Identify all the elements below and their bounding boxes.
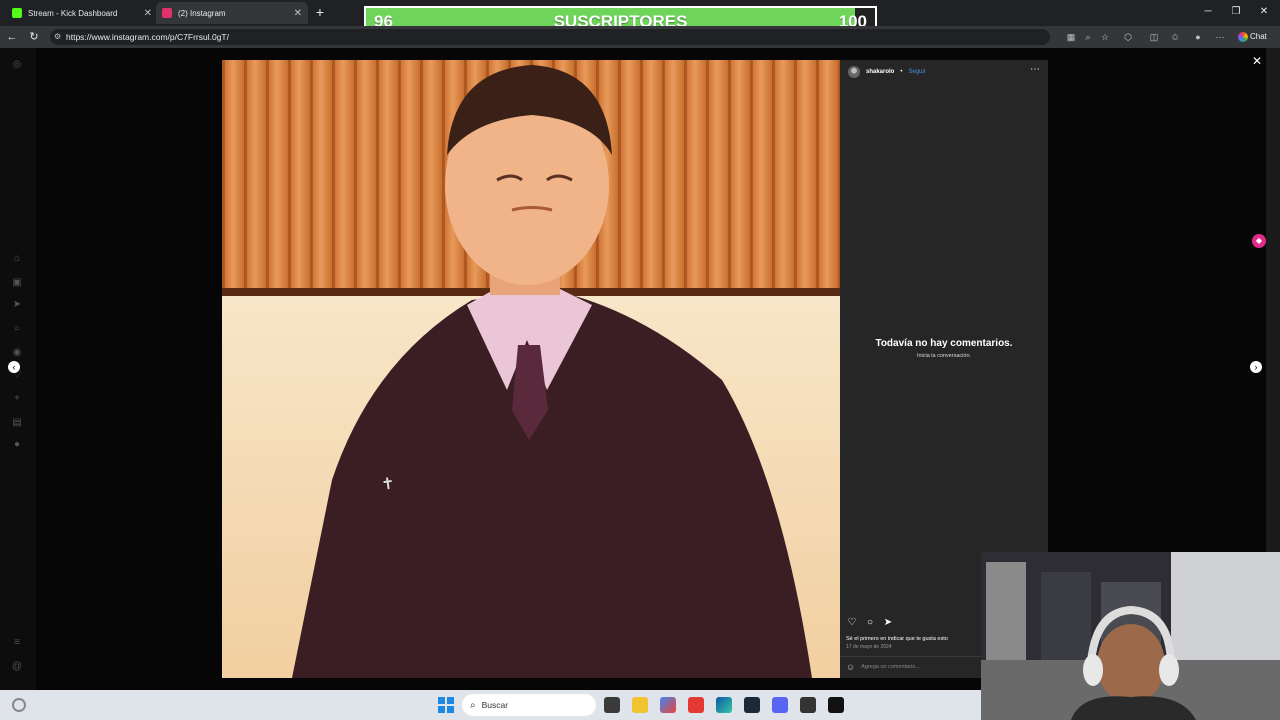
taskbar-search-label: Buscar [481, 700, 509, 710]
start-button[interactable] [438, 697, 454, 713]
minimize-button[interactable]: ─ [1198, 4, 1218, 20]
menu-icon[interactable]: ≡ [10, 636, 24, 650]
threads-icon[interactable]: @ [10, 660, 24, 674]
discord-icon[interactable] [772, 697, 788, 713]
back-arrow-icon[interactable]: ← [4, 29, 20, 45]
more-options-icon[interactable]: ⋯ [1030, 64, 1040, 75]
post-date: 17 de mayo de 2024 [846, 644, 892, 650]
share-icon[interactable]: ➤ [882, 617, 894, 629]
start-tile [447, 697, 454, 704]
follow-button[interactable]: Seguir [908, 69, 925, 75]
copilot-chat-button[interactable]: Chat [1236, 29, 1276, 45]
edge-sidebar-badge-icon[interactable]: ◆ [1252, 234, 1266, 248]
close-modal-icon[interactable]: ✕ [1250, 54, 1264, 68]
messages-icon[interactable]: ➤ [10, 298, 24, 312]
webcam-image [981, 552, 1280, 720]
comment-icon[interactable]: ○ [864, 617, 876, 629]
collections-icon[interactable]: ✩ [1168, 30, 1182, 44]
file-explorer-icon[interactable] [632, 697, 648, 713]
tab-title: (2) Instagram [178, 8, 226, 18]
profile-avatar-icon[interactable]: ● [1191, 30, 1205, 44]
emoji-icon[interactable]: ☺ [846, 662, 855, 672]
steam-icon[interactable] [744, 697, 760, 713]
create-plus-icon[interactable]: + [10, 392, 24, 406]
kick-favicon-icon [12, 8, 22, 18]
copilot-icon [1238, 32, 1248, 42]
search-icon: ⌕ [470, 699, 476, 711]
apps-icon[interactable]: ▦ [1064, 30, 1078, 44]
task-view-icon[interactable] [604, 697, 620, 713]
extensions-icon[interactable]: ⬡ [1121, 30, 1135, 44]
taskbar-search[interactable]: ⌕ Buscar [462, 694, 596, 716]
chat-label: Chat [1250, 32, 1267, 41]
zoom-icon[interactable]: ⌕ [1081, 30, 1095, 44]
tab-instagram[interactable]: (2) Instagram ✕ [156, 2, 308, 24]
svg-text:✝: ✝ [380, 475, 396, 494]
instagram-favicon-icon [162, 8, 172, 18]
tab-title: Stream - Kick Dashboard [28, 8, 118, 18]
site-info-icon[interactable]: ⚙ [54, 29, 61, 45]
explore-icon[interactable]: ◉ [10, 346, 24, 360]
no-comments-title: Todavía no hay comentarios. [875, 338, 1013, 349]
copilot-app-icon[interactable] [660, 697, 676, 713]
close-window-button[interactable]: ✕ [1254, 4, 1274, 20]
app-dark-icon[interactable] [828, 697, 844, 713]
dashboard-icon[interactable]: ▤ [10, 416, 24, 430]
next-post-arrow-icon[interactable]: › [1250, 361, 1262, 373]
post-photo: ✝ [222, 60, 840, 678]
tab-close-icon[interactable]: ✕ [144, 8, 152, 19]
search-icon[interactable]: ⌕ [10, 322, 24, 336]
like-heart-icon[interactable]: ♡ [846, 617, 858, 629]
no-comments-subtitle: Inicia la conversación. [916, 353, 972, 359]
app-red-icon[interactable] [688, 697, 704, 713]
post-header: shakarolo • Seguir ⋯ [840, 60, 1048, 84]
split-screen-icon[interactable]: ◫ [1147, 30, 1161, 44]
home-icon[interactable]: ⌂ [10, 252, 24, 266]
reload-icon[interactable]: ↻ [26, 29, 42, 45]
url-text: https://www.instagram.com/p/C7Frrsul.0gT… [66, 32, 229, 42]
profile-icon[interactable]: ● [10, 438, 24, 452]
edge-browser-icon[interactable] [716, 697, 732, 713]
empty-comments: Todavía no hay comentarios. Inicia la co… [840, 338, 1048, 359]
address-bar[interactable]: ⚙ https://www.instagram.com/p/C7Frrsul.0… [50, 29, 1050, 45]
new-tab-button[interactable]: + [312, 4, 328, 20]
likes-text: Sé el primero en indicar que te gusta es… [846, 636, 948, 642]
tab-close-icon[interactable]: ✕ [294, 8, 302, 19]
favorite-star-icon[interactable]: ☆ [1098, 30, 1112, 44]
previous-post-arrow-icon[interactable]: ‹ [8, 361, 20, 373]
separator-dot: • [900, 69, 903, 75]
restore-button[interactable]: ❐ [1226, 4, 1246, 20]
start-tile [447, 706, 454, 713]
widgets-icon[interactable] [12, 698, 26, 712]
post-photo-image: ✝ [222, 60, 840, 678]
obs-icon[interactable] [800, 697, 816, 713]
instagram-logo-icon[interactable]: ◎ [10, 58, 24, 72]
post-username[interactable]: shakarolo [866, 69, 894, 75]
comment-placeholder: Agrega un comentario... [861, 664, 920, 670]
browser-toolbar: ← ↻ ⚙ https://www.instagram.com/p/C7Frrs… [0, 26, 1280, 48]
start-tile [438, 697, 445, 704]
reels-icon[interactable]: ▣ [10, 276, 24, 290]
more-menu-icon[interactable]: ⋯ [1213, 30, 1227, 44]
tab-kick-dashboard[interactable]: Stream - Kick Dashboard ✕ [6, 2, 158, 24]
webcam-overlay [981, 552, 1280, 720]
start-tile [438, 706, 445, 713]
post-actions: ♡ ○ ➤ [846, 617, 894, 629]
avatar[interactable] [848, 66, 860, 78]
